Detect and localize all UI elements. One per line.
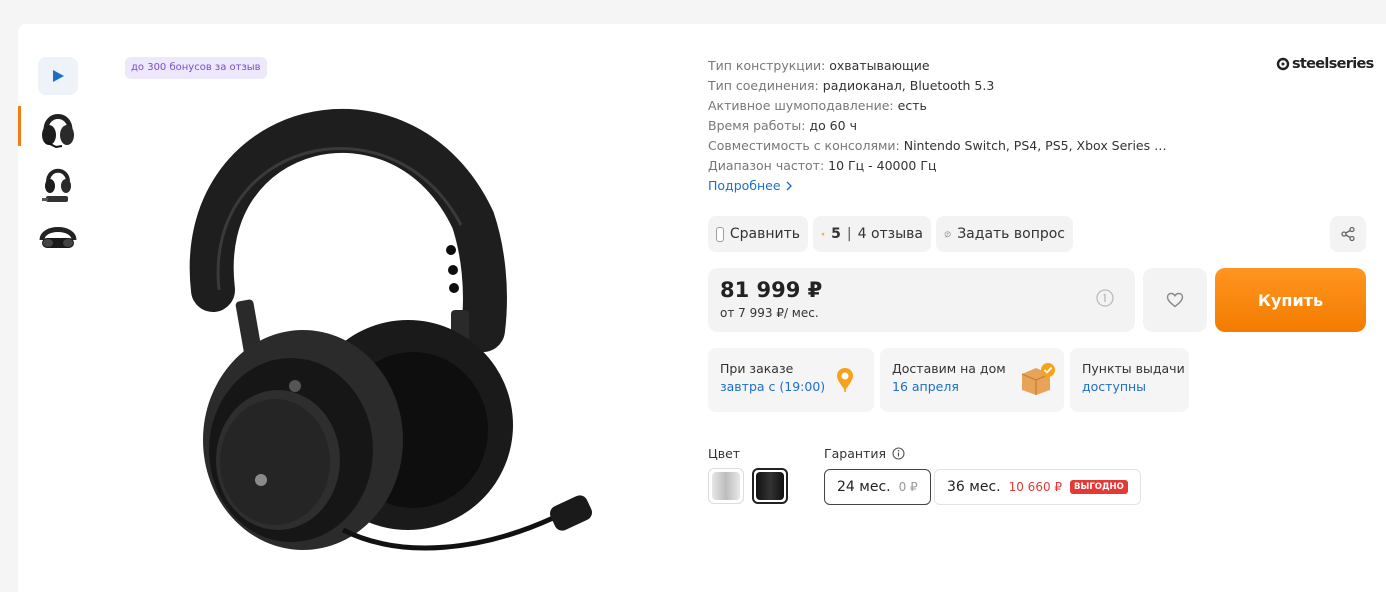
rating-separator: | (846, 226, 852, 242)
spec-key: Совместимость с консолями: (708, 138, 900, 153)
ask-question-button[interactable]: Задать вопрос (936, 216, 1073, 252)
bonus-badge: до 300 бонусов за отзыв (125, 57, 267, 79)
video-thumbnail[interactable] (18, 54, 98, 98)
spec-row: Время работы: до 60 ч (708, 116, 1167, 136)
delivery-title: Пункты выдачи (1082, 361, 1185, 376)
info-icon[interactable] (1095, 288, 1115, 308)
warranty-label: Гарантия (824, 446, 905, 461)
brand-name: steelseries (1292, 56, 1374, 72)
swatch-white-fill (712, 472, 740, 500)
swatch-black-fill (756, 472, 784, 500)
spec-value: охватывающие (829, 58, 930, 73)
delivery-option-home[interactable]: Доставим на дом 16 апреля (880, 348, 1064, 412)
map-pin-icon (837, 368, 853, 392)
spec-row: Тип конструкции: охватывающие (708, 56, 1167, 76)
chat-question-icon (944, 231, 951, 238)
color-swatch-white[interactable] (708, 468, 744, 504)
steelseries-logo-icon (1276, 57, 1290, 71)
installment-price: от 7 993 ₽/ мес. (720, 306, 819, 320)
thumbnail-with-dongle[interactable] (18, 156, 98, 212)
spec-row: Активное шумоподавление: есть (708, 96, 1167, 116)
spec-list: Тип конструкции: охватывающие Тип соедин… (708, 56, 1167, 196)
spec-key: Тип соединения: (708, 78, 819, 93)
ask-question-label: Задать вопрос (957, 226, 1065, 242)
share-button[interactable] (1330, 216, 1366, 252)
color-swatch-black[interactable] (752, 468, 788, 504)
product-image[interactable] (183, 90, 603, 564)
warranty-option-36[interactable]: 36 мес. 10 660 ₽ ВЫГОДНО (934, 469, 1141, 505)
thumbnail-top[interactable] (18, 212, 98, 268)
info-icon[interactable] (892, 447, 905, 460)
warranty-label-text: Гарантия (824, 446, 886, 461)
spec-value: есть (897, 98, 927, 113)
spec-key: Тип конструкции: (708, 58, 826, 73)
warranty-option-24[interactable]: 24 мес. 0 ₽ (824, 469, 931, 505)
delivery-option-pickup-order[interactable]: При заказе завтра с (19:00) (708, 348, 874, 412)
spec-value: 10 Гц - 40000 Гц (828, 158, 937, 173)
spec-key: Время работы: (708, 118, 806, 133)
star-icon (821, 232, 825, 236)
spec-row: Диапазон частот: 10 Гц - 40000 Гц (708, 156, 1167, 176)
spec-row: Совместимость с консолями: Nintendo Swit… (708, 136, 1167, 156)
reviews-count: 4 отзыва (857, 226, 923, 242)
spec-value: радиоканал, Bluetooth 5.3 (822, 78, 995, 93)
rating-value: 5 (831, 226, 841, 242)
price-value: 81 999 ₽ (720, 278, 823, 302)
favorite-button[interactable] (1143, 268, 1207, 332)
compare-checkbox[interactable] (716, 226, 724, 242)
deal-badge: ВЫГОДНО (1070, 480, 1128, 494)
delivery-option-pickup-points[interactable]: Пункты выдачи доступны (1070, 348, 1189, 412)
spec-key: Активное шумоподавление: (708, 98, 894, 113)
buy-button[interactable]: Купить (1215, 268, 1366, 332)
price-block: 81 999 ₽ от 7 993 ₽/ мес. (708, 268, 1135, 332)
thumbnail-list (18, 54, 98, 268)
box-delivery-icon (1021, 363, 1055, 395)
heart-icon (1166, 292, 1184, 308)
compare-label: Сравнить (729, 226, 800, 242)
color-label-text: Цвет (708, 446, 741, 461)
spec-value: до 60 ч (809, 118, 857, 133)
rating-reviews-button[interactable]: 5 | 4 отзыва (813, 216, 931, 252)
more-details-link[interactable]: Подробнее (708, 176, 793, 196)
chevron-right-icon (786, 181, 792, 191)
brand-logo[interactable]: steelseries (1276, 56, 1374, 72)
more-details-label: Подробнее (708, 178, 781, 193)
thumbnail-front[interactable] (18, 100, 98, 156)
product-card: до 300 бонусов за отзыв Тип конструкции:… (18, 24, 1386, 592)
color-label: Цвет (708, 446, 740, 461)
warranty-price: 10 660 ₽ (1008, 480, 1063, 494)
spec-key: Диапазон частот: (708, 158, 825, 173)
play-icon (38, 57, 78, 95)
warranty-term: 36 мес. (947, 479, 1001, 495)
spec-value: Nintendo Switch, PS4, PS5, Xbox Series … (903, 138, 1167, 153)
compare-button[interactable]: Сравнить (708, 216, 808, 252)
spec-row: Тип соединения: радиоканал, Bluetooth 5.… (708, 76, 1167, 96)
share-icon (1341, 226, 1355, 242)
warranty-price: 0 ₽ (898, 480, 918, 494)
delivery-link[interactable]: доступны (1082, 378, 1177, 396)
warranty-term: 24 мес. (837, 479, 891, 495)
